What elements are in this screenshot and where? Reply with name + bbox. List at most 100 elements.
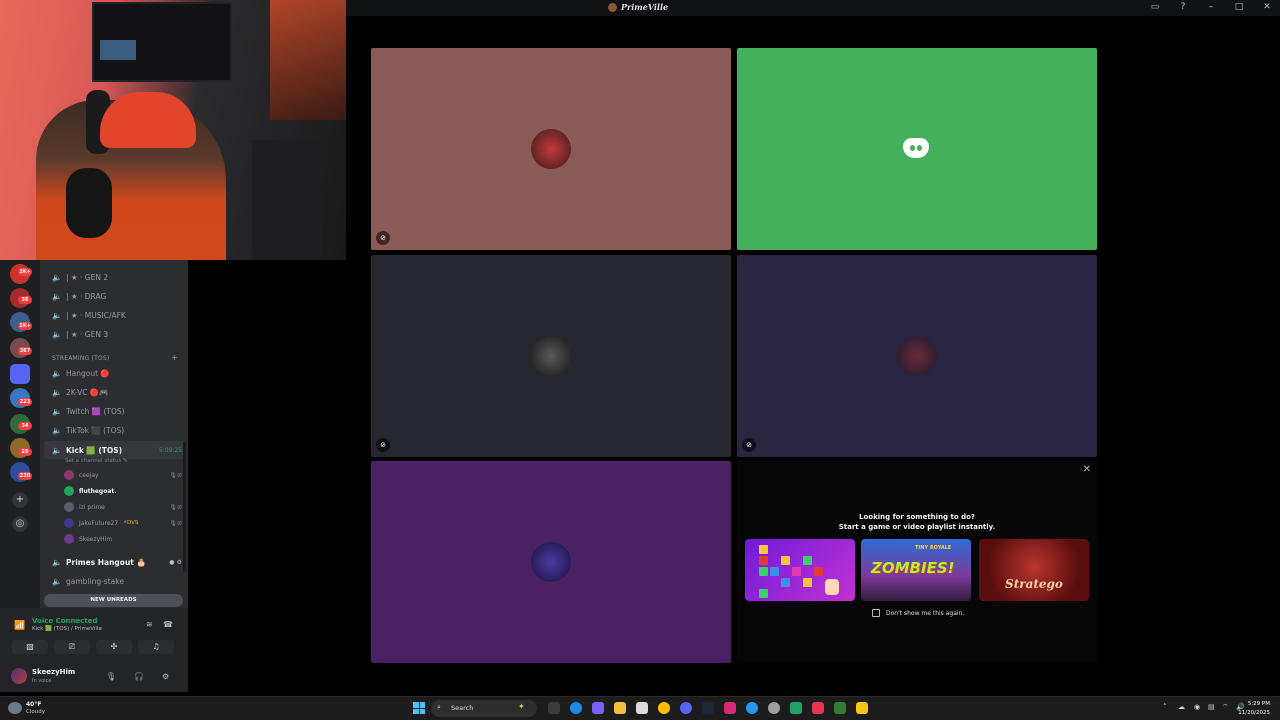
instagram-icon[interactable] bbox=[724, 702, 736, 714]
video-tile[interactable]: ⊘ bbox=[737, 255, 1097, 457]
weather-cloud-icon[interactable] bbox=[8, 702, 22, 714]
steam-icon[interactable] bbox=[702, 702, 714, 714]
folder-icon[interactable] bbox=[10, 364, 30, 384]
settings-icon[interactable]: ⚙ bbox=[162, 672, 169, 681]
activity-title-line2: Start a game or video playlist instantly… bbox=[838, 523, 996, 531]
weather-temp[interactable]: 40°F bbox=[26, 701, 41, 708]
voice-channel[interactable]: 🔈 | ★ · GEN 2 bbox=[44, 269, 186, 285]
discord-taskbar-icon[interactable] bbox=[680, 702, 692, 714]
channel-label: | ★ · MUSIC/AFK bbox=[66, 310, 126, 320]
user-name: ceejay bbox=[79, 471, 99, 479]
voice-panel: 📶 Voice Connected Kick 🟩 (TOS) / PrimeVi… bbox=[0, 608, 188, 692]
tray-app-icon[interactable]: ◉ bbox=[1194, 703, 1200, 711]
category-label: STREAMING (TOS) bbox=[52, 355, 110, 362]
headphones-icon[interactable]: 🎧 bbox=[134, 672, 144, 681]
maximize-button[interactable]: □ bbox=[1232, 2, 1246, 12]
camera-off-button[interactable]: ▧ bbox=[12, 640, 48, 654]
video-tile[interactable] bbox=[737, 48, 1097, 250]
close-button[interactable]: ✕ bbox=[1260, 2, 1274, 12]
activity-title-line1: Looking for something to do? bbox=[859, 513, 975, 521]
scrollbar[interactable] bbox=[183, 442, 186, 572]
my-username[interactable]: SkeezyHim bbox=[32, 668, 75, 676]
block bbox=[803, 578, 812, 587]
screen-share-button[interactable]: ⎚ bbox=[54, 640, 90, 654]
voice-user[interactable]: izi prime 🎙⊘ bbox=[64, 500, 182, 514]
channel-label: TikTok ⬛ (TOS) bbox=[66, 425, 125, 435]
voice-channel[interactable]: 🔈 | ★ · GEN 3 bbox=[44, 326, 186, 342]
category-header[interactable]: STREAMING (TOS) bbox=[52, 355, 109, 362]
video-tile[interactable] bbox=[371, 461, 731, 663]
voice-channel[interactable]: 🔈 gambling-stake bbox=[44, 573, 186, 589]
soundboard-button[interactable]: ♫ bbox=[138, 640, 174, 654]
voice-channel[interactable]: 🔈 Primes Hangout 🎂 ● ⚙ bbox=[44, 554, 186, 570]
add-server-button[interactable]: + bbox=[12, 492, 28, 508]
voice-channel[interactable]: 🔈 TikTok ⬛ (TOS) bbox=[44, 422, 186, 438]
checkbox-icon[interactable] bbox=[872, 609, 880, 617]
voice-user[interactable]: ceejay 🎙⊘ bbox=[64, 468, 182, 482]
channel-list: 🔈 | ★ · GEN 2 🔈 | ★ · DRAG 🔈 | ★ · MUSIC… bbox=[40, 260, 188, 608]
tiktok-icon[interactable] bbox=[812, 702, 824, 714]
speaker-icon: 🔈 bbox=[52, 291, 62, 301]
channel-actions[interactable]: ● ⚙ bbox=[169, 559, 182, 566]
channel-label: Primes Hangout 🎂 bbox=[66, 557, 146, 567]
activity-card-blocks[interactable] bbox=[745, 539, 855, 601]
weather-condition[interactable]: Cloudy bbox=[26, 709, 45, 715]
wifi-icon[interactable]: ⌔ bbox=[1222, 703, 1229, 712]
zombies-title: ZOMBIES! bbox=[871, 559, 955, 577]
chatgpt-icon[interactable] bbox=[768, 702, 780, 714]
voice-channel[interactable]: 🔈 | ★ · MUSIC/AFK bbox=[44, 307, 186, 323]
tray-app-icon[interactable]: ▤ bbox=[1208, 703, 1215, 711]
disconnect-icon[interactable]: ☎ bbox=[163, 620, 173, 629]
voice-channel[interactable]: 🔈 Hangout 🔴 bbox=[44, 365, 186, 381]
windows-start-icon[interactable] bbox=[413, 702, 425, 714]
edge-icon[interactable] bbox=[570, 702, 582, 714]
voice-channel[interactable]: 🔈 | ★ · DRAG bbox=[44, 288, 186, 304]
voice-user[interactable]: JakeFuture27 ⚡DVS 🎙⊘ bbox=[64, 516, 182, 530]
window-title: PrimeVille bbox=[608, 2, 668, 12]
block bbox=[759, 556, 768, 565]
file-explorer-icon[interactable] bbox=[614, 702, 626, 714]
window-title-text: PrimeVille bbox=[621, 2, 669, 12]
clock[interactable]: 5:29 PM 11/20/2025 bbox=[1238, 700, 1270, 718]
video-tile[interactable]: ⊘ bbox=[371, 48, 731, 250]
new-unreads-button[interactable]: NEW UNREADS bbox=[44, 594, 183, 607]
minimize-button[interactable]: – bbox=[1204, 2, 1218, 12]
copilot-app-icon[interactable] bbox=[592, 702, 604, 714]
avatar bbox=[531, 336, 571, 376]
store-icon[interactable] bbox=[636, 702, 648, 714]
activity-card-zombies[interactable]: TINY ROYALE ZOMBIES! bbox=[861, 539, 971, 601]
activities-button[interactable]: ✣ bbox=[96, 640, 132, 654]
activity-card-stratego[interactable]: Stratego bbox=[979, 539, 1089, 601]
muted-icon: 🎙⊘ bbox=[169, 471, 182, 479]
webcam-shelf bbox=[252, 140, 322, 260]
discover-icon[interactable]: ◎ bbox=[12, 516, 28, 532]
signal-icon[interactable]: 📶 bbox=[14, 621, 25, 631]
task-view-icon[interactable] bbox=[548, 702, 560, 714]
voice-channel[interactable]: 🔈 2K-VC 🔴🎮 bbox=[44, 384, 186, 400]
voice-channel[interactable]: 🔈 Twitch 🟪 (TOS) bbox=[44, 403, 186, 419]
speaker-icon: 🔈 bbox=[52, 406, 62, 416]
app-icon[interactable] bbox=[790, 702, 802, 714]
chevron-up-icon[interactable]: ˄ bbox=[1163, 703, 1167, 711]
app-icon[interactable] bbox=[746, 702, 758, 714]
create-channel-icon[interactable]: + bbox=[171, 353, 178, 362]
active-voice-channel[interactable]: 🔈 Kick 🟩 (TOS) 5:09:25 bbox=[44, 441, 186, 459]
avatar[interactable] bbox=[11, 668, 27, 684]
help-icon[interactable]: ? bbox=[1176, 2, 1190, 12]
noise-suppression-icon[interactable]: ≋ bbox=[146, 620, 153, 629]
tray-app-icon[interactable]: ☁ bbox=[1178, 703, 1185, 711]
voice-location[interactable]: Kick 🟩 (TOS) / PrimeVille bbox=[32, 626, 102, 632]
unread-badge: 29 bbox=[18, 448, 32, 456]
app-icon[interactable] bbox=[834, 702, 846, 714]
chrome-icon[interactable] bbox=[658, 702, 670, 714]
video-tile[interactable]: ⊘ bbox=[371, 255, 731, 457]
dont-show-checkbox[interactable]: Don't show me this again. bbox=[872, 609, 964, 617]
close-icon[interactable]: ✕ bbox=[1083, 464, 1091, 475]
avatar bbox=[64, 486, 74, 496]
voice-user[interactable]: fluthegoat. bbox=[64, 484, 182, 498]
channel-status-prompt[interactable]: Set a channel status ✎ bbox=[65, 458, 128, 464]
inbox-icon[interactable]: ▭ bbox=[1148, 2, 1162, 12]
sticky-notes-icon[interactable] bbox=[856, 702, 868, 714]
microphone-icon[interactable]: 🎙 bbox=[106, 672, 116, 681]
voice-user[interactable]: SkeezyHim bbox=[64, 532, 182, 546]
